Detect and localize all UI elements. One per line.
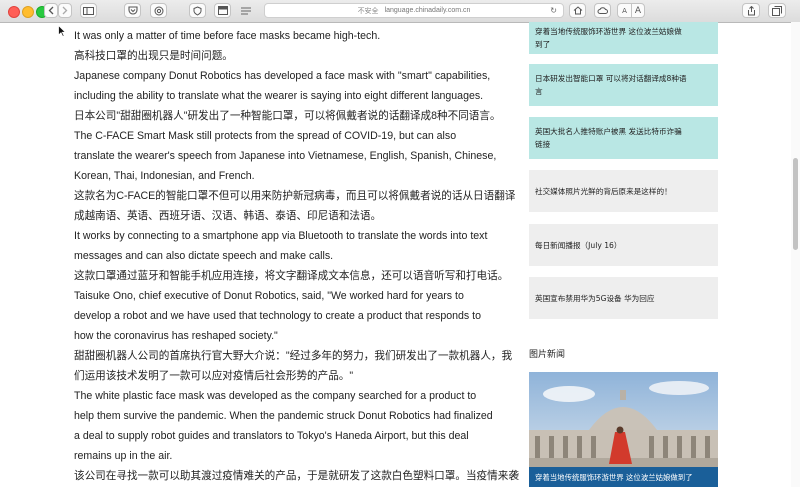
related-news-link[interactable]: 日本研发出智能口罩 可以将对话翻译成8种语言: [529, 64, 718, 106]
article-line: develop a robot and we have used that te…: [74, 310, 481, 322]
photo-news-item[interactable]: 穿着当地传统服饰环游世界 这位波兰姑娘做到了: [529, 372, 718, 487]
article-line: 这款名为C-FACE的智能口罩不但可以用来防护新冠病毒，而且可以将佩戴者说的话从…: [74, 190, 516, 202]
font-large-label: A: [634, 5, 642, 16]
article-line: Taisuke Ono, chief executive of Donut Ro…: [74, 290, 464, 302]
news-title-line: 到了: [535, 40, 551, 49]
news-title-line: 日本研发出智能口罩 可以将对话翻译成8种语: [535, 74, 687, 83]
news-title-line: 穿着当地传统服饰环游世界 这位波兰姑娘做: [535, 27, 682, 36]
home-icon: [573, 6, 582, 15]
pocket-icon: [127, 6, 138, 15]
sidebar-icon: [83, 6, 94, 15]
reader-mode-button[interactable]: [238, 3, 254, 18]
security-label: 不安全: [357, 7, 379, 15]
mouse-pointer-icon: [58, 25, 66, 37]
related-news-link[interactable]: 社交媒体照片光鲜的背后原来是这样的！: [529, 170, 718, 212]
extension-button[interactable]: [150, 3, 167, 18]
chevron-right-icon: [62, 6, 68, 15]
browser-toolbar: 不安全 language.chinadaily.com.cn ↻ A A: [0, 0, 800, 23]
article-body: It was only a matter of time before face…: [74, 26, 519, 486]
show-tabs-button[interactable]: [768, 3, 786, 18]
photo-caption: 穿着当地传统服饰环游世界 这位波兰姑娘做到了: [529, 467, 718, 487]
article-line: help them survive the pandemic. When the…: [74, 410, 493, 422]
at-sign-icon: [154, 6, 163, 15]
page-scrollbar-thumb[interactable]: [793, 158, 798, 250]
related-news-link[interactable]: 每日新闻播报（July 16）: [529, 224, 718, 266]
article-line: It was only a matter of time before face…: [74, 30, 381, 42]
news-title-line: 言: [535, 87, 543, 96]
related-news-link[interactable]: 穿着当地传统服饰环游世界 这位波兰姑娘做 到了: [529, 22, 718, 54]
article-line: The white plastic face mask was develope…: [74, 390, 477, 402]
reader-lines-icon: [241, 7, 251, 14]
page-scrollbar-track[interactable]: [791, 22, 800, 487]
article-line: how the coronavirus has reshaped society…: [74, 330, 278, 342]
sidebar-toggle-button[interactable]: [80, 3, 97, 18]
reader-extension-button[interactable]: [214, 3, 231, 18]
article-line: The C-FACE Smart Mask still protects fro…: [74, 130, 457, 142]
home-button[interactable]: [569, 3, 586, 18]
shield-icon: [193, 5, 202, 16]
news-title-line: 链接: [535, 140, 551, 149]
article-line: translate the wearer's speech from Japan…: [74, 150, 497, 162]
reload-icon[interactable]: ↻: [550, 6, 557, 15]
article-line: remains up in the air.: [74, 450, 173, 462]
icloud-tabs-button[interactable]: [594, 3, 611, 18]
news-title: 社交媒体照片光鲜的背后原来是这样的！: [535, 186, 672, 196]
close-window-button[interactable]: [8, 6, 20, 18]
font-small-label: A: [622, 6, 627, 15]
photo-news-heading: 图片新闻: [529, 350, 566, 360]
news-title-line: 英国大批名人推特账户被黑 发送比特币诈骗: [535, 127, 682, 136]
url-text: language.chinadaily.com.cn: [384, 7, 471, 14]
article-line: 们运用该技术发明了一款可以应对疫情后社会形势的产品。": [74, 370, 354, 382]
article-line: 日本公司"甜甜圈机器人"研发出了一种智能口罩，可以将佩戴者说的话翻译成8种不同语…: [74, 110, 501, 122]
font-larger-button[interactable]: A: [631, 3, 645, 18]
font-smaller-button[interactable]: A: [617, 3, 631, 18]
share-button[interactable]: [742, 3, 760, 18]
article-line: Japanese company Donut Robotics has deve…: [74, 70, 491, 82]
address-bar[interactable]: 不安全 language.chinadaily.com.cn ↻: [264, 3, 564, 18]
pocket-button[interactable]: [124, 3, 141, 18]
window-icon: [217, 6, 228, 15]
article-line: including the ability to translate what …: [74, 90, 484, 102]
related-news-link[interactable]: 英国大批名人推特账户被黑 发送比特币诈骗 链接: [529, 117, 718, 159]
back-button[interactable]: [44, 3, 58, 18]
cloud-icon: [597, 7, 608, 14]
article-line: a deal to supply robot guides and transl…: [74, 430, 469, 442]
article-line: messages and can also dictate speech and…: [74, 250, 334, 262]
news-title: 每日新闻播报（July 16）: [535, 240, 622, 250]
news-title: 英国宣布禁用华为5G设备 华为回应: [535, 293, 655, 303]
article-line: 成越南语、英语、西班牙语、汉语、韩语、泰语、印尼语和法语。: [74, 210, 382, 222]
share-icon: [747, 5, 755, 15]
related-news-link[interactable]: 英国宣布禁用华为5G设备 华为回应: [529, 277, 718, 319]
minimize-window-button[interactable]: [22, 6, 34, 18]
article-line: 该公司在寻找一款可以助其渡过疫情难关的产品，于是就研发了这款白色塑料口罩。当疫情…: [74, 470, 519, 482]
article-line: 高科技口罩的出现只是时间问题。: [74, 50, 233, 62]
article-line: 甜甜圈机器人公司的首席执行官大野大介说："经过多年的努力，我们研发出了一款机器人…: [74, 350, 513, 362]
article-line: 这款口罩通过蓝牙和智能手机应用连接，将文字翻译成文本信息，还可以语音听写和打电话…: [74, 270, 509, 282]
forward-button[interactable]: [58, 3, 72, 18]
shield-extension-button[interactable]: [189, 3, 206, 18]
article-line: It works by connecting to a smartphone a…: [74, 230, 488, 242]
tabs-icon: [772, 5, 782, 16]
chevron-left-icon: [48, 6, 54, 15]
article-line: Korean, Thai, Indonesian, and French.: [74, 170, 255, 182]
